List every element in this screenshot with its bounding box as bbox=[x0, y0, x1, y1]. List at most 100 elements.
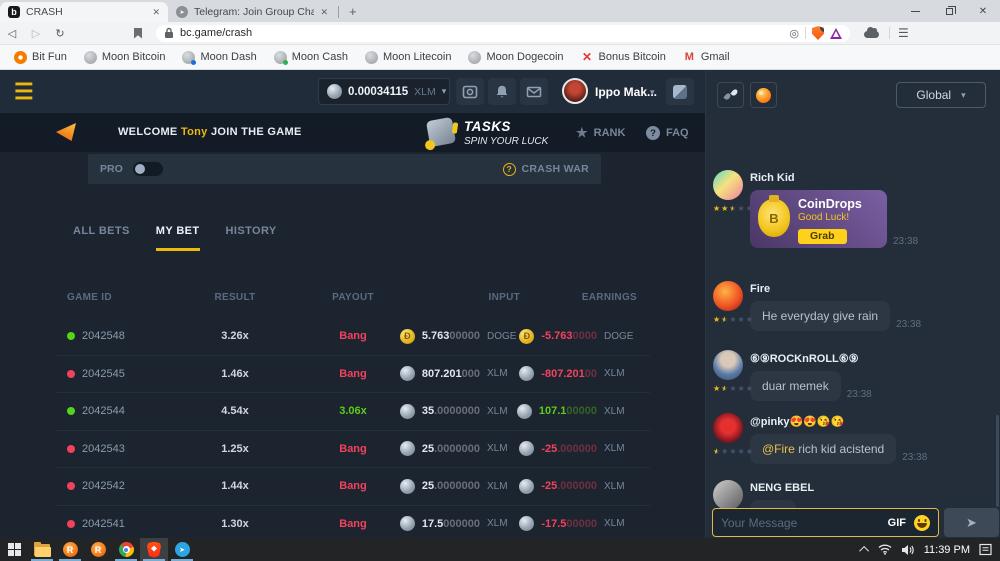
bookmark-icon[interactable] bbox=[134, 28, 142, 39]
tab-close-icon[interactable]: ✕ bbox=[320, 7, 328, 18]
taskbar-brave[interactable] bbox=[140, 538, 168, 561]
user-avatar[interactable] bbox=[562, 78, 588, 104]
bookmark-moon-cash[interactable]: Moon Cash bbox=[274, 51, 348, 64]
bookmark-bonus-bitcoin[interactable]: ✕Bonus Bitcoin bbox=[581, 51, 666, 64]
money-bag-icon: B bbox=[758, 199, 790, 237]
coin-drop-button[interactable] bbox=[750, 82, 777, 108]
avatar[interactable] bbox=[713, 350, 743, 380]
divider bbox=[889, 27, 890, 39]
chat-panel-toggle[interactable] bbox=[666, 78, 694, 105]
game-id[interactable]: 2042545 bbox=[82, 368, 125, 380]
table-header: GAME ID RESULT PAYOUT INPUT EARNINGS bbox=[55, 292, 650, 306]
clock[interactable]: 11:39 PM bbox=[924, 544, 970, 556]
faq-button[interactable]: ?FAQ bbox=[646, 126, 689, 140]
wifi-icon[interactable] bbox=[878, 544, 892, 555]
grab-button[interactable]: Grab bbox=[798, 229, 847, 244]
close-window-button[interactable]: ✕ bbox=[966, 0, 1000, 22]
tab-all-bets[interactable]: ALL BETS bbox=[73, 225, 130, 251]
tab-history[interactable]: HISTORY bbox=[226, 225, 277, 251]
gmail-icon: M bbox=[683, 51, 696, 64]
col-input: INPUT bbox=[410, 292, 520, 303]
game-id[interactable]: 2042548 bbox=[82, 330, 125, 342]
bookmarks-bar: Bit Fun Moon Bitcoin Moon Dash Moon Cash… bbox=[0, 45, 1000, 70]
message-time: 23:38 bbox=[902, 452, 927, 464]
rain-button[interactable] bbox=[717, 82, 744, 108]
taskbar-app-1[interactable]: R bbox=[56, 538, 84, 561]
message-time: 23:38 bbox=[896, 319, 921, 331]
taskbar-file-explorer[interactable] bbox=[28, 538, 56, 561]
avatar[interactable] bbox=[713, 413, 743, 443]
username[interactable]: Ippo Mak... bbox=[595, 85, 657, 99]
bookmark-moon-litecoin[interactable]: Moon Litecoin bbox=[365, 51, 452, 64]
taskbar-chrome[interactable] bbox=[112, 538, 140, 561]
game-id[interactable]: 2042543 bbox=[82, 443, 125, 455]
avatar[interactable] bbox=[713, 170, 743, 200]
bookmark-bit-fun[interactable]: Bit Fun bbox=[14, 51, 67, 64]
game-id[interactable]: 2042541 bbox=[82, 518, 125, 530]
site-settings-icon[interactable]: ◎ bbox=[789, 27, 799, 40]
gif-button[interactable]: GIF bbox=[888, 517, 906, 529]
messages-button[interactable] bbox=[520, 78, 548, 105]
tab-my-bet[interactable]: MY BET bbox=[156, 225, 200, 251]
restore-button[interactable] bbox=[932, 0, 966, 22]
vault-button[interactable] bbox=[456, 78, 484, 105]
mention[interactable]: @Fire bbox=[762, 442, 795, 456]
notifications-button[interactable] bbox=[488, 78, 516, 105]
shield-extension-icon[interactable]: 1 bbox=[812, 26, 824, 40]
bookmark-moon-dash[interactable]: Moon Dash bbox=[182, 51, 256, 64]
back-button[interactable]: ◁ bbox=[0, 27, 24, 40]
triangle-extension-icon[interactable] bbox=[830, 28, 842, 39]
volume-icon[interactable] bbox=[901, 544, 915, 556]
game-id[interactable]: 2042544 bbox=[82, 405, 125, 417]
browser-menu-icon[interactable]: ☰ bbox=[898, 26, 909, 40]
reload-button[interactable]: ↻ bbox=[48, 27, 72, 40]
browser-tab-telegram[interactable]: ➤ Telegram: Join Group Chat ✕ bbox=[168, 2, 336, 22]
rank-button[interactable]: ★RANK bbox=[576, 126, 625, 139]
tab-close-icon[interactable]: ✕ bbox=[152, 7, 160, 18]
new-tab-button[interactable]: + bbox=[349, 4, 357, 19]
message-input[interactable] bbox=[721, 516, 880, 530]
input-currency: XLM bbox=[487, 443, 520, 454]
chat-username[interactable]: Rich Kid bbox=[750, 168, 992, 184]
tasks-icon[interactable] bbox=[426, 117, 456, 147]
avatar[interactable] bbox=[713, 281, 743, 311]
address-bar[interactable]: bc.game/crash ◎ 1 bbox=[156, 25, 850, 42]
coin-icon bbox=[400, 366, 415, 381]
balance-selector[interactable]: 0.00034115 XLM ▾ bbox=[318, 78, 450, 105]
avatar[interactable] bbox=[713, 480, 743, 510]
chat-input-box[interactable]: GIF bbox=[712, 508, 939, 537]
chat-username[interactable]: NENG EBEL bbox=[750, 478, 992, 494]
forward-button[interactable]: ▷ bbox=[24, 27, 48, 40]
chat-channel-select[interactable]: Global▾ bbox=[896, 82, 986, 108]
tasks-block[interactable]: TASKS SPIN YOUR LUCK bbox=[464, 119, 548, 147]
tab-title: Telegram: Join Group Chat bbox=[194, 6, 314, 18]
browser-tab-crash[interactable]: b CRASH ✕ bbox=[0, 2, 168, 22]
chat-scrollbar[interactable] bbox=[996, 415, 999, 507]
crash-war-link[interactable]: ? CRASH WAR bbox=[503, 163, 589, 176]
bookmark-moon-dogecoin[interactable]: Moon Dogecoin bbox=[468, 51, 563, 64]
send-button[interactable]: ➤ bbox=[944, 508, 999, 537]
game-id[interactable]: 2042542 bbox=[82, 480, 125, 492]
emoji-button[interactable] bbox=[914, 515, 930, 531]
site-menu-icon[interactable]: ☰ bbox=[14, 81, 34, 103]
pro-toggle[interactable] bbox=[133, 162, 163, 176]
input-currency: XLM bbox=[487, 406, 520, 417]
chat-username[interactable]: Fire bbox=[750, 279, 992, 295]
bookmark-moon-bitcoin[interactable]: Moon Bitcoin bbox=[84, 51, 166, 64]
taskbar-telegram[interactable]: ➤ bbox=[168, 538, 196, 561]
minimize-button[interactable] bbox=[898, 0, 932, 22]
start-button[interactable] bbox=[0, 538, 28, 561]
chat-username[interactable]: ⑥⑨ROCKnROLL⑥⑨ bbox=[750, 348, 992, 365]
profile-cloud-icon[interactable] bbox=[864, 31, 879, 38]
chat-username[interactable]: @pinky😍😍😘😘 bbox=[750, 411, 992, 428]
coindrops-card[interactable]: B CoinDrops Good Luck! Grab bbox=[750, 190, 887, 248]
chevron-down-icon[interactable]: ▾ bbox=[650, 87, 655, 98]
bookmark-gmail[interactable]: MGmail bbox=[683, 51, 730, 64]
action-center-icon[interactable] bbox=[979, 543, 992, 556]
url-text[interactable]: bc.game/crash bbox=[180, 27, 783, 39]
game-status-dot bbox=[67, 370, 75, 378]
user-rating-stars: ★★★★★★★★★★ bbox=[713, 205, 754, 213]
star-icon: ★ bbox=[576, 126, 588, 139]
tray-expand-icon[interactable] bbox=[859, 546, 869, 556]
taskbar-app-2[interactable]: R bbox=[84, 538, 112, 561]
